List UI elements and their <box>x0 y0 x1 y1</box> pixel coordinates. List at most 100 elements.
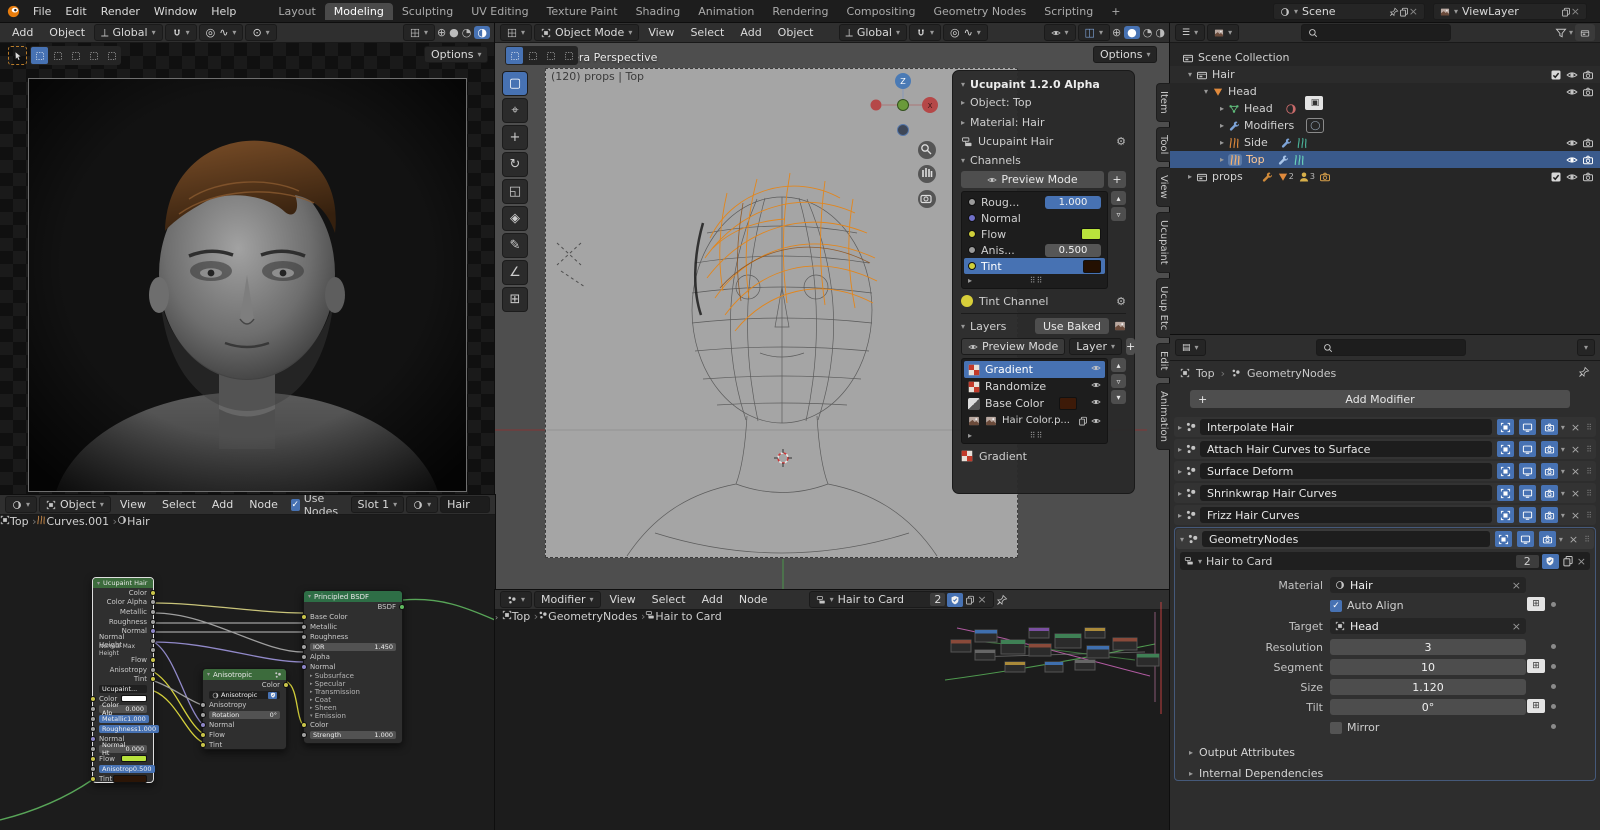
select-circle-icon[interactable] <box>542 47 559 64</box>
tab-ucupaint[interactable]: Ucupaint <box>1156 212 1170 273</box>
modifier-row-attach-hair[interactable]: ▸Attach Hair Curves to Surface▾×⠿ <box>1174 439 1596 459</box>
expand-icon[interactable]: ▸ <box>1178 511 1182 520</box>
realtime-toggle[interactable] <box>1519 485 1536 501</box>
slot-dropdown[interactable]: Slot 1▾ <box>351 496 405 513</box>
tree-type-dropdown[interactable]: Modifier▾ <box>534 591 601 608</box>
segment-field[interactable]: 10 <box>1330 659 1526 675</box>
mirror-checkbox[interactable]: Mirror <box>1330 721 1379 734</box>
move-channel-up-button[interactable]: ▴ <box>1111 191 1126 205</box>
checkbox-icon[interactable] <box>1550 171 1562 183</box>
fake-user-shield-icon[interactable] <box>270 692 276 698</box>
collapse-icon[interactable]: ▾ <box>961 322 965 331</box>
drag-handle[interactable]: ⠿ <box>1586 423 1592 432</box>
select-box-icon[interactable] <box>524 47 541 64</box>
outliner-row-top-selected[interactable]: ▸Top <box>1170 151 1600 168</box>
menu-node[interactable]: Node <box>242 498 285 511</box>
tab-uv-editing[interactable]: UV Editing <box>462 3 537 20</box>
overlays-dropdown[interactable]: ◫▾ <box>1078 24 1110 41</box>
options-dropdown[interactable]: Options▾ <box>424 46 488 63</box>
render-toggle[interactable] <box>1541 463 1558 479</box>
tilt-field[interactable]: 0° <box>1330 699 1526 715</box>
output-attributes-section[interactable]: ▸Output Attributes <box>1189 746 1295 759</box>
realtime-toggle[interactable] <box>1517 531 1534 547</box>
material-browse-dropdown[interactable]: ▾ <box>406 496 438 513</box>
menu-view[interactable]: View <box>603 593 643 606</box>
expand-icon[interactable]: ▸ <box>1188 172 1192 181</box>
collapse-icon[interactable]: ▾ <box>1204 87 1208 96</box>
move-channel-down-button[interactable]: ▿ <box>1111 207 1126 221</box>
viewlayer-selector[interactable]: ▾ ViewLayer × <box>1433 3 1587 20</box>
properties-search-input[interactable] <box>1316 339 1466 356</box>
channel-row[interactable]: Anis...0.500 <box>964 242 1105 258</box>
ucupaint-tree-name[interactable]: Ucupaint Hair <box>978 135 1053 148</box>
proportional-edit-dropdown[interactable]: ◎∿▾ <box>943 24 988 41</box>
realtime-toggle[interactable] <box>1519 463 1536 479</box>
clear-icon[interactable]: × <box>1512 579 1521 592</box>
layer-row-selected[interactable]: Gradient <box>964 361 1105 378</box>
expand-icon[interactable]: ▸ <box>1178 423 1182 432</box>
eye-icon[interactable] <box>1566 154 1578 166</box>
editor-type-dropdown[interactable]: ▾ <box>500 24 532 41</box>
user-count[interactable]: 2 <box>930 593 945 606</box>
properties-type-dropdown[interactable]: ▤▾ <box>1175 339 1206 356</box>
outliner-row-props[interactable]: ▸props23 <box>1170 168 1600 185</box>
add-modifier-button[interactable]: +Add Modifier <box>1190 390 1570 408</box>
channel-row-selected[interactable]: Tint <box>964 258 1105 274</box>
resolution-field[interactable]: 3 <box>1330 639 1526 655</box>
render-toggle[interactable] <box>1541 507 1558 523</box>
node-group-selector[interactable]: Ucupaint... <box>99 685 147 693</box>
shading-rendered-icon[interactable]: ◑ <box>474 26 490 39</box>
ucupaint-material-row[interactable]: Material: Hair <box>970 116 1044 129</box>
copy-icon[interactable] <box>1399 7 1409 17</box>
material-field[interactable]: Hair× <box>1330 577 1526 593</box>
menu-file[interactable]: File <box>26 5 58 18</box>
panel-quick-icon[interactable]: ▣ <box>1305 96 1323 110</box>
expand-icon[interactable]: ▸ <box>1220 155 1224 164</box>
display-mode-dropdown[interactable]: ☰▾ <box>1175 24 1205 41</box>
menu-render[interactable]: Render <box>94 5 147 18</box>
breadcrumb-item[interactable]: Hair to Card <box>655 610 721 623</box>
outliner-row-modifiers[interactable]: ▸Modifiers◯ <box>1170 117 1600 134</box>
tab-animation[interactable]: Animation <box>689 3 763 20</box>
tab-item[interactable]: Item <box>1156 83 1170 122</box>
tab-modeling[interactable]: Modeling <box>325 3 393 20</box>
tab-view[interactable]: View <box>1156 167 1170 207</box>
close-icon[interactable]: × <box>1568 509 1583 522</box>
outliner-search-input[interactable] <box>1301 24 1451 41</box>
node-group-selector[interactable]: Anisotropic <box>209 691 280 699</box>
scene-selector[interactable]: ▾ Scene × <box>1273 3 1425 20</box>
shading-wireframe-icon[interactable]: ⊕ <box>1112 26 1121 39</box>
shading-material-icon[interactable]: ◔ <box>1143 26 1153 39</box>
viewport-canvas[interactable]: Z X Camera Perspective (120) props | Top <box>495 43 1170 590</box>
menu-select[interactable]: Select <box>155 498 203 511</box>
animate-dot[interactable] <box>1551 644 1556 649</box>
camera-visibility-icon[interactable] <box>1582 171 1594 183</box>
outliner-row-head-mesh[interactable]: ▸Head <box>1170 100 1600 117</box>
tab-shading[interactable]: Shading <box>627 3 690 20</box>
checkbox-icon[interactable] <box>1550 69 1562 81</box>
shading-solid-icon[interactable]: ● <box>1124 26 1140 39</box>
shading-material-icon[interactable]: ◔ <box>462 26 472 39</box>
edit-mode-toggle[interactable] <box>1497 507 1514 523</box>
camera-visibility-icon[interactable] <box>1582 86 1594 98</box>
outliner-row-hair[interactable]: ▾Hair <box>1170 66 1600 83</box>
modifier-row-frizz[interactable]: ▸Frizz Hair Curves▾×⠿ <box>1174 505 1596 525</box>
tab-ucup-etc[interactable]: Ucup Etc <box>1156 278 1170 338</box>
close-icon[interactable]: × <box>1568 487 1583 500</box>
tool-rotate[interactable]: ↻ <box>502 152 528 177</box>
drag-handle[interactable]: ⠿⠿ <box>1030 276 1044 285</box>
expand-icon[interactable]: ▸ <box>1220 138 1224 147</box>
channel-row[interactable]: Roug...1.000 <box>964 194 1105 210</box>
tool-measure[interactable]: ∠ <box>502 260 528 285</box>
clear-icon[interactable]: × <box>1512 620 1521 633</box>
active-tool-icon[interactable] <box>8 46 27 65</box>
edit-mode-toggle[interactable] <box>1497 441 1514 457</box>
eye-icon[interactable] <box>1566 137 1578 149</box>
properties-options-button[interactable]: ▾ <box>1577 339 1595 356</box>
base-color-swatch[interactable] <box>1059 397 1077 410</box>
proportional-edit-dropdown[interactable]: ◎∿▾ <box>199 24 244 41</box>
menu-view[interactable]: View <box>113 498 153 511</box>
editor-type-dropdown[interactable]: ▾ <box>500 591 532 608</box>
gear-icon[interactable]: ⚙ <box>1116 135 1126 148</box>
extras-dropdown[interactable]: ▾ <box>1561 423 1565 432</box>
